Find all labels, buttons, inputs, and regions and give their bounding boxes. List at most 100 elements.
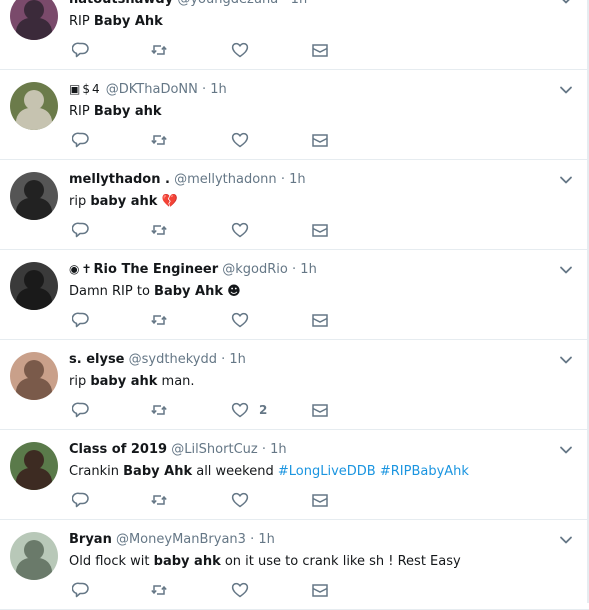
tweet-text: Crankin Baby Ahk all weekend #LongLiveDD… [69,463,469,480]
chevron-down-icon[interactable] [559,353,573,367]
envelope-icon [312,134,328,147]
direct-message-button[interactable] [311,39,329,61]
like-button[interactable] [231,579,259,601]
tweet-actions [69,129,369,151]
avatar[interactable] [10,532,58,580]
timestamp[interactable]: 1h [229,352,246,367]
avatar[interactable] [10,262,58,310]
tweet[interactable]: ◉ ✝ Rio The Engineer @kgodRio · 1h Damn RI… [0,250,589,340]
tweet[interactable]: s. elyse @sydthekydd · 1h rip baby ahk m… [0,340,589,430]
retweet-button[interactable] [150,309,168,331]
retweet-button[interactable] [150,129,168,151]
avatar[interactable] [10,442,58,490]
user-handle[interactable]: @MoneyManBryan3 [116,532,246,547]
retweet-button[interactable] [150,489,168,511]
tweet-text-highlight: Baby Ahk [154,284,223,299]
chevron-down-icon[interactable] [559,533,573,547]
envelope-icon [312,44,328,57]
direct-message-button[interactable] [311,399,329,421]
tweet[interactable]: Bryan @MoneyManBryan3 · 1h Old flock wit… [0,520,589,610]
tweet[interactable]: mellythadon . @mellythadonn · 1h rip bab… [0,160,589,250]
display-name[interactable]: Rio The Engineer [94,262,219,277]
avatar[interactable] [10,172,58,220]
tweet-text-pre: Damn RIP to [69,284,155,299]
display-name[interactable]: s. elyse [69,352,125,367]
reply-button[interactable] [72,309,90,331]
tweet-text-highlight: baby ahk [90,194,158,209]
retweet-button[interactable] [150,579,168,601]
chevron-down-icon[interactable] [559,443,573,457]
reply-button[interactable] [72,579,90,601]
timestamp[interactable]: 1h [258,532,275,547]
display-name[interactable]: hatoutshawdy [69,0,173,7]
heart-icon [231,312,249,328]
avatar[interactable] [10,0,58,40]
reply-button[interactable] [72,399,90,421]
chevron-down-icon[interactable] [559,83,573,97]
direct-message-button[interactable] [311,129,329,151]
reply-button[interactable] [72,129,90,151]
user-handle[interactable]: @sydthekydd [129,352,217,367]
like-button[interactable] [231,489,259,511]
tweet[interactable]: Class of 2019 @LilShortCuz · 1h Crankin … [0,430,589,520]
like-button[interactable] [231,219,259,241]
name-emoji: ▣ [69,82,81,96]
direct-message-button[interactable] [311,489,329,511]
display-name[interactable]: Bryan [69,532,112,547]
direct-message-button[interactable] [311,219,329,241]
like-button[interactable] [231,39,259,61]
tweet-text-pre: RIP [69,104,94,119]
user-handle[interactable]: @LilShortCuz [171,442,258,457]
separator-dot: · [221,352,226,367]
hashtag-links[interactable]: #LongLiveDDB #RIPBabyAhk [278,464,469,479]
direct-message-button[interactable] [311,579,329,601]
reply-button[interactable] [72,219,90,241]
reply-icon [72,582,89,598]
tweet-emoji: 💔 [161,194,178,209]
tweet-text-post: all weekend [192,464,278,479]
name-emoji: 4 [91,82,100,96]
timestamp[interactable]: 1h [270,442,287,457]
tweet-text: rip baby ahk 💔 [69,193,178,210]
retweet-icon [151,315,167,325]
separator-dot: · [250,532,255,547]
separator-dot: · [202,82,207,97]
display-name[interactable]: Class of 2019 [69,442,167,457]
like-button[interactable] [231,129,259,151]
chevron-down-icon[interactable] [559,173,573,187]
timestamp[interactable]: 1h [210,82,227,97]
timestamp[interactable]: 1h [291,0,308,7]
chevron-down-icon[interactable] [559,263,573,277]
reply-button[interactable] [72,39,90,61]
retweet-button[interactable] [150,39,168,61]
name-emoji: ✝ [81,262,92,276]
user-handle[interactable]: @mellythadonn [174,172,277,187]
separator-dot: · [280,172,285,187]
display-name[interactable]: mellythadon . [69,172,170,187]
tweet-header: hatoutshawdy @youngdezuna · 1h [69,0,307,8]
tweet-text: RIP Baby Ahk [69,13,163,30]
user-handle[interactable]: @DKThaDoNN [106,82,198,97]
reply-button[interactable] [72,489,90,511]
tweet-text-highlight: Baby ahk [93,104,162,119]
name-emoji-badges: ◉ ✝ [69,262,94,277]
avatar[interactable] [10,82,58,130]
retweet-button[interactable] [150,219,168,241]
timestamp[interactable]: 1h [289,172,306,187]
reply-icon [72,492,89,508]
timestamp[interactable]: 1h [300,262,317,277]
like-button[interactable]: 2 [231,399,267,421]
like-button[interactable] [231,309,259,331]
retweet-button[interactable] [150,399,168,421]
envelope-icon [312,494,328,507]
tweet[interactable]: ▣ $4 @DKThaDoNN · 1h RIP Baby ahk [0,70,589,160]
user-handle[interactable]: @kgodRio [222,262,288,277]
tweet[interactable]: hatoutshawdy @youngdezuna · 1h RIP Baby … [0,0,589,70]
user-handle[interactable]: @youngdezuna [177,0,278,7]
heart-icon [231,42,249,58]
heart-icon [231,132,249,148]
chevron-down-icon[interactable] [559,0,573,7]
direct-message-button[interactable] [311,309,329,331]
avatar[interactable] [10,352,58,400]
tweet-text-pre: rip [69,374,91,389]
